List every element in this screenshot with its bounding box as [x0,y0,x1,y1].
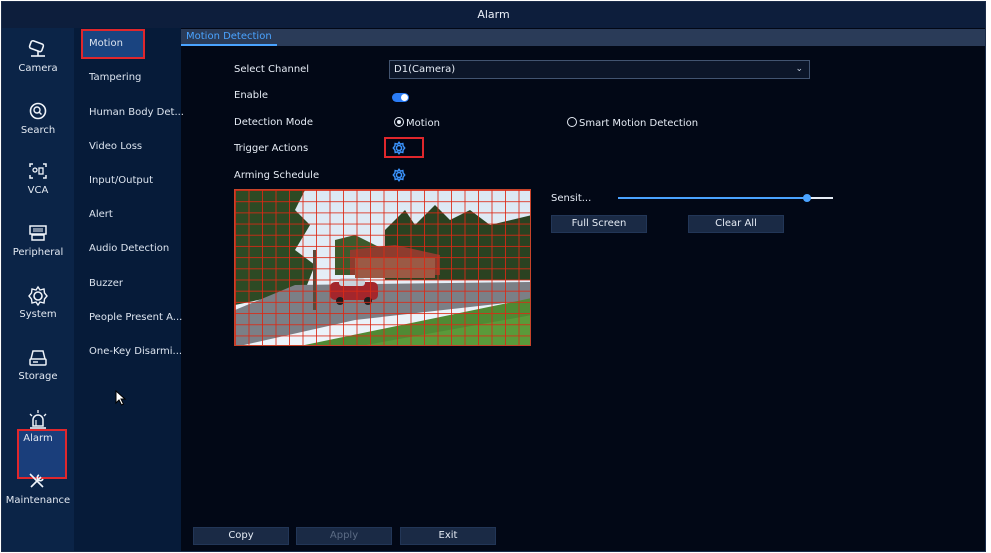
nav-item-camera[interactable]: Camera [2,30,74,90]
radio-motion-label: Motion [406,118,440,129]
alarm-window: Alarm Camera Search VCA Peripheral Syste… [1,1,986,552]
radio-unselected-icon [567,117,577,127]
trigger-actions-label: Trigger Actions [234,143,309,154]
select-channel-label: Select Channel [234,64,310,75]
nav-item-peripheral[interactable]: Peripheral [2,214,74,274]
exit-button[interactable]: Exit [400,527,496,545]
detection-mode-label: Detection Mode [234,117,314,128]
motion-detection-area-preview[interactable] [234,189,531,346]
motion-grid-overlay [235,190,530,345]
subnav-item-one-key-disarming[interactable]: One-Key Disarmi... [89,343,182,361]
radio-motion[interactable]: Motion [394,117,440,129]
full-screen-button[interactable]: Full Screen [551,215,647,233]
arming-schedule-gear-icon[interactable] [392,168,406,182]
copy-button[interactable]: Copy [193,527,289,545]
channel-select-value: D1(Camera) [394,64,456,75]
system-gear-icon [25,285,51,307]
subnav-item-buzzer[interactable]: Buzzer [89,275,123,293]
channel-select[interactable]: D1(Camera) ⌄ [389,60,810,79]
nav-item-search[interactable]: Search [2,92,74,152]
peripheral-icon [25,223,51,245]
mouse-cursor-icon [115,389,127,406]
nav-item-alarm[interactable]: Alarm [2,400,74,460]
subnav-item-human-body-detection[interactable]: Human Body Det... [89,104,184,122]
radio-smart-label: Smart Motion Detection [579,118,699,129]
enable-label: Enable [234,90,269,101]
radio-selected-icon [394,117,404,127]
storage-icon [25,347,51,369]
sensitivity-slider[interactable] [618,194,833,202]
vca-icon [25,161,51,183]
nav-item-vca[interactable]: VCA [2,152,74,212]
subnav-item-people-present[interactable]: People Present A... [89,309,182,327]
window-title: Alarm [2,2,985,28]
subnav-item-audio-detection[interactable]: Audio Detection [89,240,169,258]
maintenance-icon [25,471,51,493]
subnav-item-input-output[interactable]: Input/Output [89,172,153,190]
apply-button[interactable]: Apply [296,527,392,545]
subnav-item-video-loss[interactable]: Video Loss [89,138,142,156]
subnav-item-tampering[interactable]: Tampering [89,69,141,87]
subnav-item-motion[interactable]: Motion [89,35,123,53]
enable-toggle[interactable] [392,93,409,102]
clear-all-button[interactable]: Clear All [688,215,784,233]
subnav-item-alert[interactable]: Alert [89,206,113,224]
chevron-down-icon: ⌄ [795,64,803,74]
radio-smart-motion-detection[interactable]: Smart Motion Detection [567,117,698,129]
alarm-icon [25,409,51,431]
search-icon [25,101,51,123]
nav-item-maintenance[interactable]: Maintenance [2,462,74,522]
sensitivity-slider-handle[interactable] [803,194,812,202]
arming-schedule-label: Arming Schedule [234,170,320,181]
sensitivity-slider-fill [618,197,808,199]
nav-item-system[interactable]: System [2,276,74,336]
camera-icon [25,39,51,61]
main-sidebar: Camera Search VCA Peripheral System Stor… [2,28,74,551]
nav-item-storage[interactable]: Storage [2,338,74,398]
tab-bar: Motion Detection [181,29,985,46]
trigger-actions-gear-icon[interactable] [392,141,406,155]
tab-motion-detection[interactable]: Motion Detection [181,29,277,46]
sensitivity-label: Sensit... [551,193,592,204]
